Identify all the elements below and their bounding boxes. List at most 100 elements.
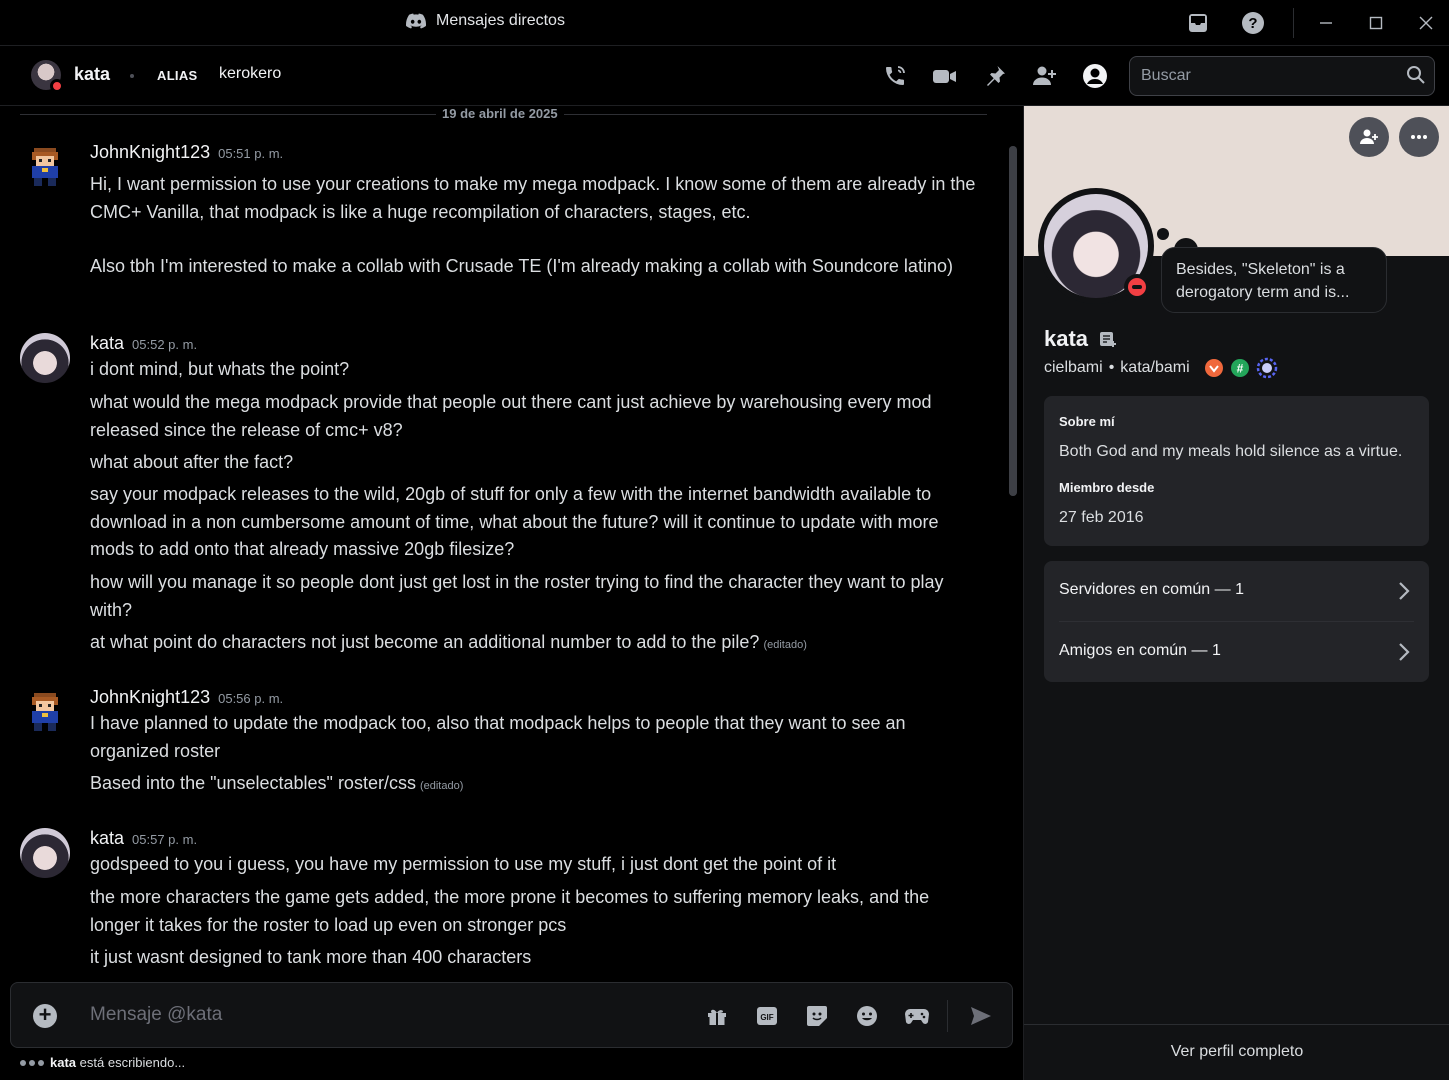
message-author[interactable]: kata 05:52 p. m. (90, 333, 197, 354)
minimize-icon[interactable] (1313, 10, 1339, 36)
dnd-status-icon (50, 79, 64, 93)
message-text: the more characters the game gets added,… (90, 887, 930, 935)
view-full-profile-link[interactable]: Ver perfil completo (1024, 1043, 1449, 1061)
svg-text:GIF: GIF (760, 1013, 773, 1022)
svg-text:#: # (1236, 362, 1243, 376)
alias-value: kerokero (219, 65, 282, 82)
message-text: say your modpack releases to the wild, 2… (90, 484, 939, 559)
mutual-servers-row[interactable]: Servidores en común — 1 (1044, 561, 1429, 622)
search-placeholder: Buscar (1141, 67, 1191, 84)
sticker-icon[interactable] (804, 1003, 830, 1029)
profile-footer: Ver perfil completo (1024, 1024, 1449, 1080)
dm-user-name[interactable]: kata (74, 64, 110, 85)
message-text: it just wasnt designed to tank more than… (90, 947, 532, 967)
avatar[interactable] (31, 60, 64, 93)
discord-logo-icon (406, 13, 426, 29)
profile-display-name: kata (1044, 326, 1118, 352)
emoji-icon[interactable] (854, 1003, 880, 1029)
message-author[interactable]: kata 05:57 p. m. (90, 828, 197, 849)
attach-plus-icon[interactable]: + (33, 1004, 57, 1028)
more-options-icon[interactable] (1399, 117, 1439, 157)
avatar[interactable] (20, 687, 70, 737)
voice-call-icon[interactable] (881, 62, 909, 90)
mutual-friends-row[interactable]: Amigos en común — 1 (1044, 622, 1429, 683)
date-divider: 19 de abril de 2025 (20, 106, 987, 121)
message-list[interactable]: 19 de abril de 2025 JohnKnight123 05:51 p… (0, 106, 1023, 1080)
message-text: Also tbh I'm interested to make a collab… (90, 256, 953, 276)
display-name-text: kata (1044, 326, 1089, 351)
profile-pronouns: kata/bami (1120, 359, 1190, 376)
active-developer-badge-icon[interactable]: # (1230, 358, 1250, 378)
about-label: Sobre mí (1059, 414, 1115, 429)
svg-text:?: ? (1248, 15, 1257, 32)
about-text: Both God and my meals hold silence as a … (1059, 443, 1403, 460)
message-text: i dont mind, but whats the point? (90, 359, 350, 379)
separator-dot: • (1108, 359, 1115, 376)
hypesquad-badge-icon[interactable] (1204, 358, 1224, 378)
dm-header: kata ALIAS kerokero Buscar (0, 46, 1449, 106)
activities-icon[interactable] (904, 1003, 930, 1029)
gift-icon[interactable] (704, 1003, 730, 1029)
author-name[interactable]: kata (90, 828, 124, 848)
titlebar-separator (1293, 8, 1294, 38)
inbox-icon[interactable] (1185, 10, 1211, 36)
close-icon[interactable] (1413, 10, 1439, 36)
message-timestamp: 05:51 p. m. (218, 146, 284, 161)
author-name[interactable]: JohnKnight123 (90, 142, 210, 162)
message-text-edited: at what point do characters not just bec… (90, 629, 980, 660)
mutual-servers-label: Servidores en común — 1 (1059, 581, 1244, 598)
message-input[interactable]: Mensaje @kata (90, 1004, 222, 1026)
search-input[interactable]: Buscar (1129, 56, 1435, 96)
add-friends-to-dm-icon[interactable] (1031, 62, 1059, 90)
note-icon[interactable] (1098, 329, 1118, 349)
custom-status-bubble[interactable]: Besides, "Skeleton" is a derogatory term… (1161, 247, 1387, 313)
scrollbar-thumb[interactable] (1009, 146, 1017, 496)
typing-text: está escribiendo... (79, 1055, 186, 1070)
author-name[interactable]: JohnKnight123 (90, 687, 210, 707)
message-text: at what point do characters not just bec… (90, 632, 760, 652)
alias-label: ALIAS (157, 68, 198, 83)
typing-dots-icon (20, 1059, 44, 1066)
message-author[interactable]: JohnKnight123 05:51 p. m. (90, 142, 283, 163)
add-friend-icon[interactable] (1349, 117, 1389, 157)
mutual-friends-label: Amigos en común — 1 (1059, 642, 1221, 659)
send-icon[interactable] (968, 1003, 994, 1029)
title-bar: Mensajes directos ? (0, 0, 1449, 46)
member-since-value: 27 feb 2016 (1059, 509, 1144, 526)
quest-badge-icon[interactable] (1256, 357, 1278, 379)
edited-label: (editado) (419, 780, 464, 792)
chevron-right-icon (1397, 579, 1411, 608)
about-card: Sobre mí Both God and my meals hold sile… (1044, 396, 1429, 546)
chevron-right-icon (1397, 640, 1411, 669)
message-text-edited: Based into the "unselectables" roster/cs… (90, 770, 980, 801)
edited-label: (editado) (763, 639, 807, 651)
typing-user: kata (50, 1055, 77, 1070)
message-text: Hi, I want permission to use your creati… (90, 174, 976, 222)
typing-indicator: kata está escribiendo... (20, 1055, 185, 1070)
maximize-icon[interactable] (1363, 10, 1389, 36)
message-timestamp: 05:57 p. m. (132, 832, 198, 847)
pin-icon[interactable] (981, 62, 1009, 90)
message-timestamp: 05:56 p. m. (218, 691, 284, 706)
bubble-dot (1157, 228, 1169, 240)
pixel-avatar-icon (32, 148, 58, 186)
message-author[interactable]: JohnKnight123 05:56 p. m. (90, 687, 283, 708)
video-call-icon[interactable] (931, 62, 959, 90)
window-title: Mensajes directos (406, 12, 565, 30)
help-icon[interactable]: ? (1240, 10, 1266, 36)
message-text: I have planned to update the modpack too… (90, 713, 906, 761)
author-name[interactable]: kata (90, 333, 124, 353)
profile-username[interactable]: cielbami (1044, 359, 1103, 377)
pixel-avatar-icon (32, 693, 58, 731)
user-profile-panel: Besides, "Skeleton" is a derogatory term… (1023, 106, 1449, 1080)
avatar[interactable] (20, 828, 70, 878)
message-composer[interactable]: + Mensaje @kata GIF (10, 982, 1013, 1048)
avatar[interactable] (20, 333, 70, 383)
search-icon (1406, 65, 1426, 90)
avatar[interactable] (20, 142, 70, 192)
gif-icon[interactable]: GIF (754, 1003, 780, 1029)
composer-separator (947, 1000, 948, 1032)
user-profile-toggle-icon[interactable] (1081, 62, 1109, 90)
profile-subline: cielbami • kata/bami # (1044, 357, 1278, 379)
avatar[interactable] (1038, 188, 1154, 304)
